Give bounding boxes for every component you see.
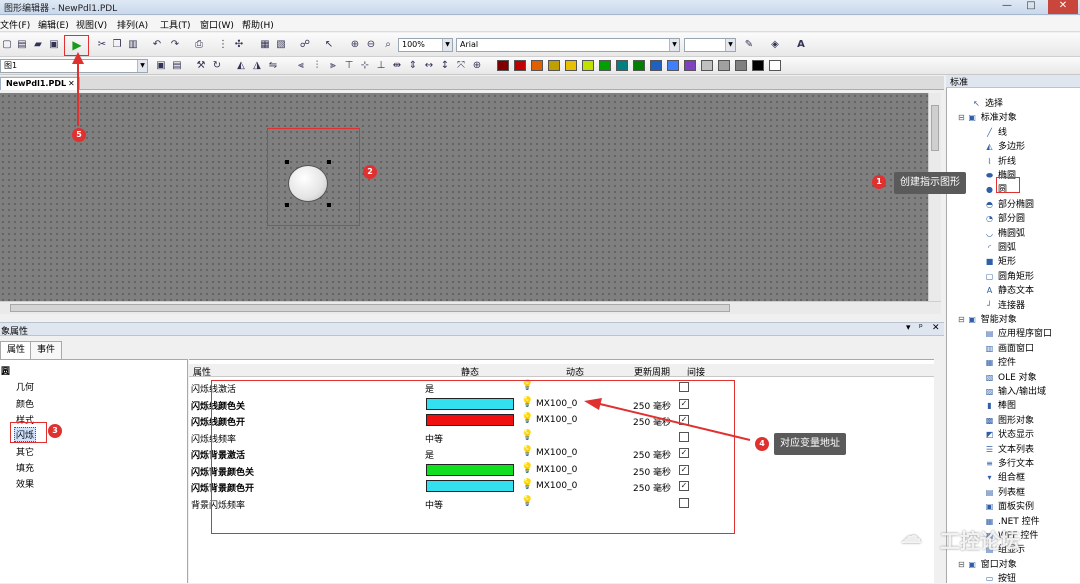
watermark-text: 工控论坛 [940,529,1020,553]
arrowhead-icon [72,52,84,64]
annotation-variable-address: 对应变量地址 [774,433,846,455]
marker-1: 1 [872,175,886,189]
wechat-icon: ☁ [900,524,922,549]
marker-4: 4 [755,437,769,451]
marker-3: 3 [48,424,62,438]
annotation-create-shape: 创建指示图形 [894,172,966,194]
arrowhead-icon [584,398,602,410]
arrow-line [599,403,751,441]
marker-2: 2 [363,165,377,179]
marker-5: 5 [72,128,86,142]
annotation-arrows [72,52,751,441]
